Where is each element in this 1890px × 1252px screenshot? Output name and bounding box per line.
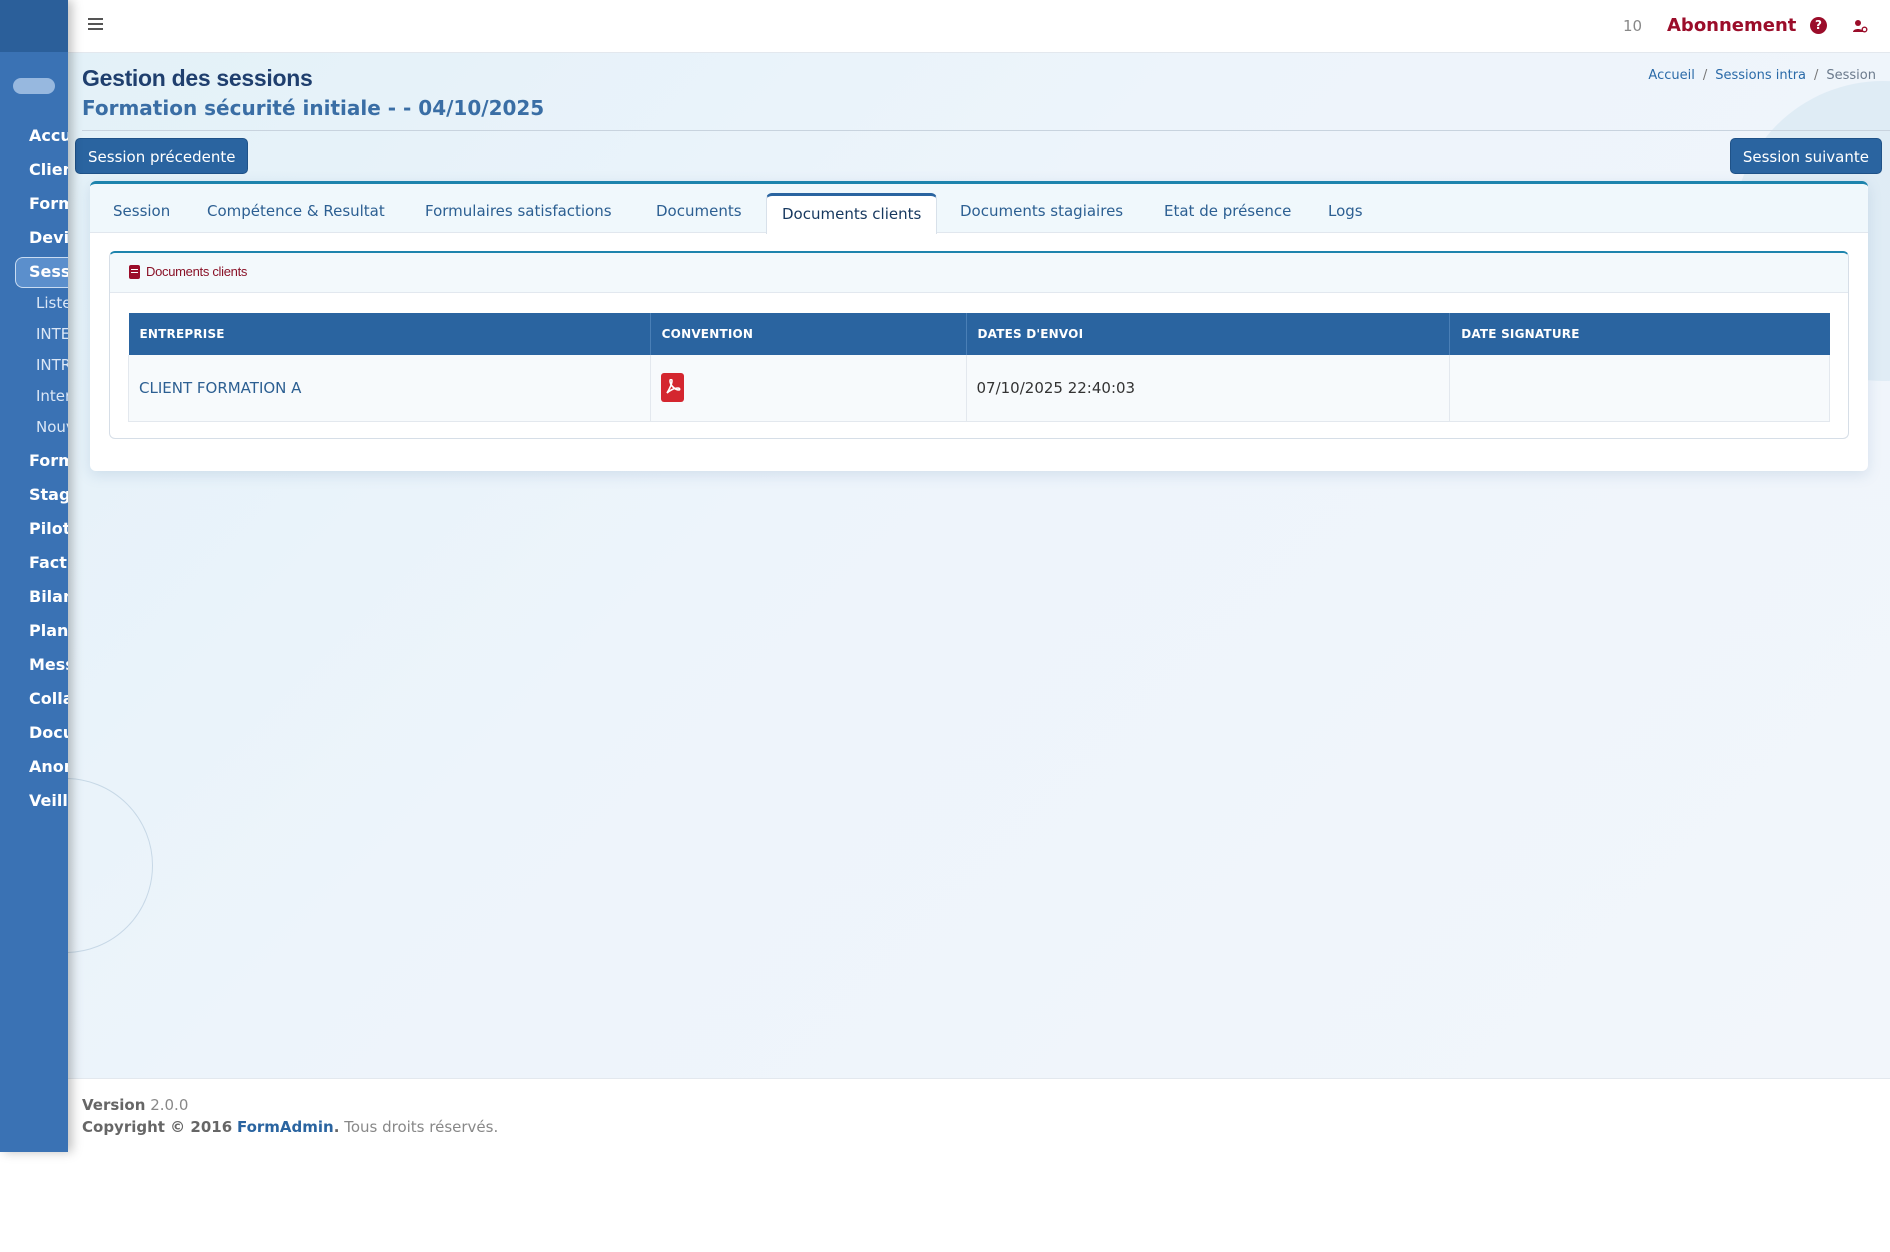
sidebar-search-toggle[interactable]: [13, 78, 55, 94]
footer-copyright: Copyright © 2016 FormAdmin. Tous droits …: [82, 1118, 499, 1136]
breadcrumb-current: Session: [1826, 68, 1876, 83]
breadcrumb-home[interactable]: Accueil: [1648, 68, 1694, 83]
sidebar-item-anomalies[interactable]: Anomalies: [29, 757, 68, 776]
documents-table: Entreprise Convention Dates d'envoi Date…: [128, 313, 1830, 422]
breadcrumb: Accueil / Sessions intra / Session: [1648, 68, 1876, 83]
sidebar: Accueil Clients Formations Devis Session…: [0, 0, 68, 1152]
tab-etat-presence[interactable]: Etat de présence: [1164, 202, 1291, 220]
table-header-row: Entreprise Convention Dates d'envoi Date…: [128, 313, 1830, 355]
footer-version: Version 2.0.0: [82, 1096, 188, 1114]
sidebar-item-collaborateurs[interactable]: Collaborateurs: [29, 689, 68, 708]
background-ring: [68, 778, 153, 953]
panel-title: Documents clients: [146, 264, 248, 279]
brand-link[interactable]: FormAdmin: [237, 1118, 334, 1136]
version-number: 2.0.0: [150, 1096, 189, 1114]
sidebar-item-formations[interactable]: Formations: [29, 194, 68, 213]
document-icon: [129, 265, 140, 279]
subscription-link[interactable]: Abonnement: [1667, 15, 1796, 36]
version-label: Version: [82, 1096, 146, 1114]
pdf-file-icon[interactable]: [660, 373, 684, 403]
session-card: Session Compétence & Resultat Formulaire…: [90, 181, 1868, 471]
main-content: Gestion des sessions Formation sécurité …: [68, 53, 1890, 1078]
notification-count[interactable]: 10: [1623, 17, 1642, 35]
menu-toggle-icon[interactable]: [88, 18, 103, 31]
cell-date-signature: [1449, 355, 1830, 422]
page-subtitle: Formation sécurité initiale - - 04/10/20…: [82, 96, 545, 120]
sidebar-item-facturation[interactable]: Facturation: [29, 553, 68, 572]
sidebar-item-bilan[interactable]: Bilan: [29, 587, 68, 606]
cell-date-envoi: 07/10/2025 22:40:03: [966, 355, 1451, 422]
tab-competence-resultat[interactable]: Compétence & Resultat: [207, 202, 385, 220]
sidebar-item-planning[interactable]: Planning: [29, 621, 68, 640]
sidebar-subitem-inter[interactable]: INTER: [36, 325, 68, 343]
documents-clients-panel: Documents clients Entreprise Convention …: [109, 251, 1849, 439]
tab-session[interactable]: Session: [113, 202, 170, 220]
rights-text: Tous droits réservés.: [344, 1118, 499, 1136]
cell-convention: [650, 355, 967, 422]
sidebar-brand: [0, 0, 68, 52]
sidebar-item-veille[interactable]: Veille: [29, 791, 68, 810]
sidebar-item-messagerie[interactable]: Messagerie: [29, 655, 68, 674]
cell-entreprise[interactable]: CLIENT FORMATION A: [128, 355, 651, 422]
topbar: 10 Abonnement ?: [68, 0, 1890, 53]
tab-documents-stagiaires[interactable]: Documents stagiaires: [960, 202, 1123, 220]
sidebar-item-stagiaires[interactable]: Stagiaires: [29, 485, 68, 504]
tab-documents-clients[interactable]: Documents clients: [766, 193, 938, 234]
sidebar-item-documents[interactable]: Documents: [29, 723, 68, 742]
panel-header: Documents clients: [110, 253, 1848, 293]
tab-documents[interactable]: Documents: [656, 202, 742, 220]
sidebar-subitem-nouvelle[interactable]: Nouvelle: [36, 418, 68, 436]
sidebar-subitem-liste[interactable]: Liste: [36, 294, 68, 312]
sidebar-subitem-inter-2[interactable]: Inter: [36, 387, 68, 405]
sidebar-item-accueil[interactable]: Accueil: [29, 126, 68, 145]
user-settings-icon[interactable]: [1852, 18, 1868, 34]
tab-formulaires-satisfactions[interactable]: Formulaires satisfactions: [425, 202, 612, 220]
column-header-dates-envoi[interactable]: Dates d'envoi: [966, 313, 1451, 355]
footer: Version 2.0.0 Copyright © 2016 FormAdmin…: [68, 1078, 1890, 1252]
sidebar-item-devis[interactable]: Devis: [29, 228, 68, 247]
sidebar-item-clients[interactable]: Clients: [29, 160, 68, 179]
sidebar-item-pilotage[interactable]: Pilotage: [29, 519, 68, 538]
tab-logs[interactable]: Logs: [1328, 202, 1363, 220]
column-header-convention[interactable]: Convention: [650, 313, 967, 355]
breadcrumb-sessions-intra[interactable]: Sessions intra: [1715, 68, 1806, 83]
page-title: Gestion des sessions: [82, 65, 313, 91]
next-session-button[interactable]: Session suivante: [1729, 138, 1882, 174]
copyright-prefix: Copyright © 2016: [82, 1118, 233, 1136]
column-header-date-signature[interactable]: Date signature: [1449, 313, 1830, 355]
tab-bar: Session Compétence & Resultat Formulaire…: [90, 184, 1868, 234]
previous-session-button[interactable]: Session précedente: [75, 138, 249, 174]
sidebar-item-formateurs[interactable]: Formateurs: [29, 451, 68, 470]
column-header-entreprise[interactable]: Entreprise: [128, 313, 651, 355]
sidebar-item-sessions[interactable]: Sessions: [29, 262, 68, 281]
question-circle-icon[interactable]: ?: [1810, 17, 1827, 34]
table-row: CLIENT FORMATION A 07/10/2025 22:40:03: [128, 355, 1830, 422]
sidebar-subitem-intra[interactable]: INTRA: [36, 356, 68, 374]
title-divider: [82, 130, 1890, 131]
